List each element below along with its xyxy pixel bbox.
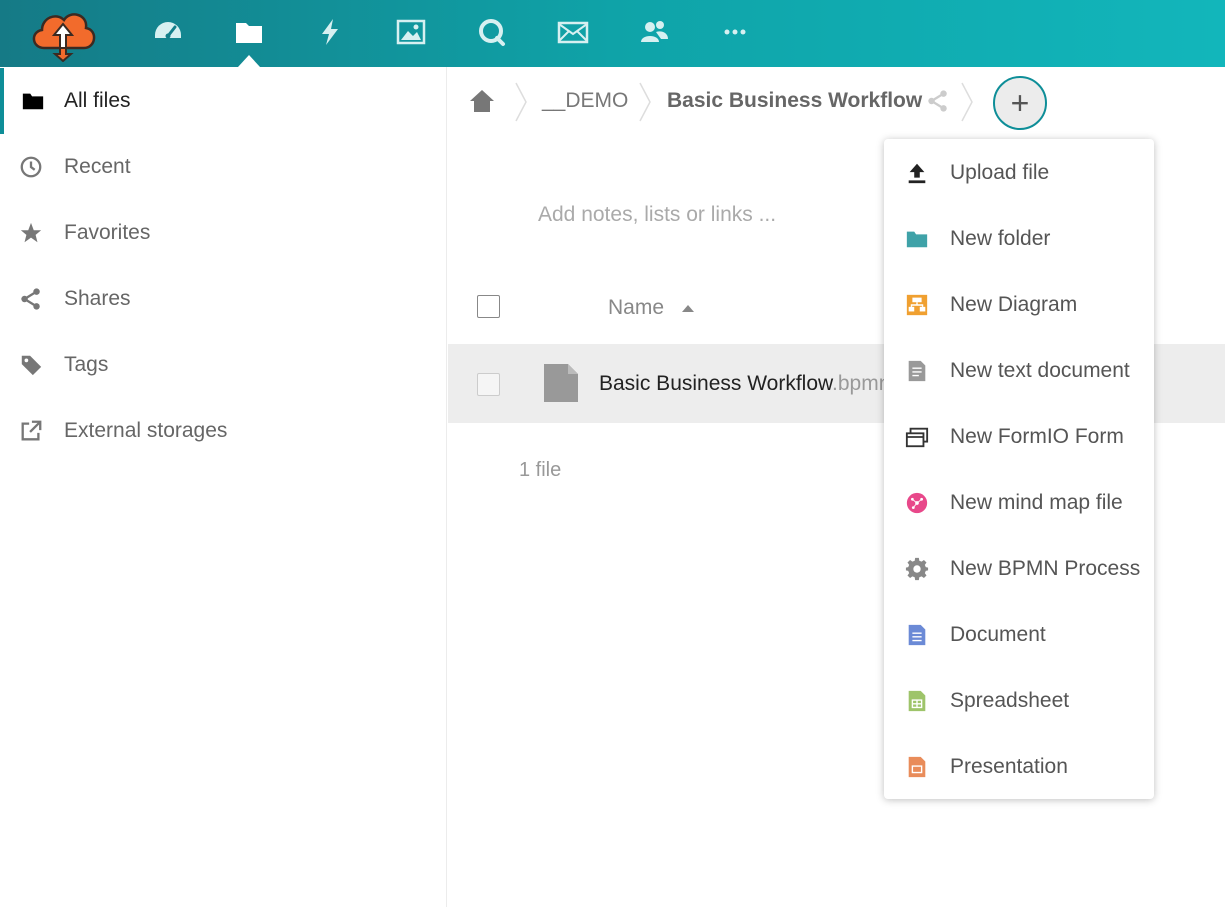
file-extension: .bpmn (832, 372, 891, 395)
sidebar-item-recent[interactable]: Recent (0, 134, 446, 200)
sidebar-item-label: All files (64, 89, 131, 112)
sidebar-item-label: Favorites (64, 221, 151, 244)
tag-icon (18, 352, 44, 378)
sidebar-item-label: External storages (64, 419, 228, 442)
sidebar-item-label: Tags (64, 353, 109, 376)
dashboard-icon[interactable] (150, 14, 186, 50)
star-icon (18, 220, 44, 246)
menu-item-label: New Diagram (950, 293, 1078, 316)
menu-item-label: New mind map file (950, 491, 1123, 514)
plus-icon: + (1010, 84, 1030, 121)
menu-item-spreadsheet[interactable]: Spreadsheet (884, 668, 1154, 734)
diagram-icon (904, 292, 930, 318)
menu-item-label: Upload file (950, 161, 1050, 184)
menu-item-upload-file[interactable]: Upload file (884, 140, 1154, 206)
mind-map-icon (904, 490, 930, 516)
menu-item-label: New folder (950, 227, 1051, 250)
contacts-icon[interactable] (636, 14, 672, 50)
row-checkbox[interactable] (477, 373, 500, 396)
sidebar-item-all-files[interactable]: All files (0, 68, 446, 134)
breadcrumb-item-current[interactable]: Basic Business Workflow (667, 89, 922, 113)
cloud-logo-icon[interactable] (28, 4, 98, 63)
sidebar-item-favorites[interactable]: Favorites (0, 200, 446, 266)
files-icon[interactable] (231, 14, 267, 50)
menu-item-new-mind-map[interactable]: New mind map file (884, 470, 1154, 536)
breadcrumb-separator (515, 82, 527, 122)
menu-item-new-text-document[interactable]: New text document (884, 338, 1154, 404)
menu-item-label: New BPMN Process (950, 557, 1141, 580)
menu-item-label: New text document (950, 359, 1130, 382)
sidebar-item-external-storages[interactable]: External storages (0, 398, 446, 464)
home-icon[interactable] (468, 87, 496, 115)
folder-icon (20, 88, 46, 114)
form-icon (904, 424, 930, 450)
upload-icon (904, 160, 930, 186)
sidebar-item-label: Recent (64, 155, 131, 178)
menu-item-presentation[interactable]: Presentation (884, 734, 1154, 800)
file-summary: 1 file (519, 459, 562, 481)
gear-icon (904, 556, 930, 582)
sort-ascending-icon[interactable] (682, 305, 694, 312)
menu-item-label: Spreadsheet (950, 689, 1070, 712)
menu-item-label: Document (950, 623, 1046, 646)
file-icon (542, 362, 580, 404)
menu-item-label: Presentation (950, 755, 1068, 778)
sidebar-item-shares[interactable]: Shares (0, 266, 446, 332)
search-icon[interactable] (474, 14, 510, 50)
menu-item-new-folder[interactable]: New folder (884, 206, 1154, 272)
select-all-checkbox[interactable] (477, 295, 500, 318)
menu-item-new-formio-form[interactable]: New FormIO Form (884, 404, 1154, 470)
breadcrumb-separator (639, 82, 651, 122)
share-icon (18, 286, 44, 312)
sidebar: All files Recent Favorites Shares Tags E… (0, 67, 447, 907)
rich-workspace-notes[interactable]: Add notes, lists or links ... (538, 203, 776, 227)
activity-icon[interactable] (312, 14, 348, 50)
file-basename: Basic Business Workflow (599, 372, 833, 395)
mail-icon[interactable] (555, 14, 591, 50)
text-document-icon (904, 358, 930, 384)
sidebar-item-tags[interactable]: Tags (0, 332, 446, 398)
breadcrumb: __DEMO Basic Business Workflow + (448, 67, 1225, 137)
menu-item-label: New FormIO Form (950, 425, 1124, 448)
file-name[interactable]: Basic Business Workflow.bpmn (599, 372, 890, 396)
breadcrumb-separator (961, 82, 973, 122)
breadcrumb-item-demo[interactable]: __DEMO (542, 89, 628, 113)
spreadsheet-icon (904, 688, 930, 714)
menu-item-document[interactable]: Document (884, 602, 1154, 668)
presentation-icon (904, 754, 930, 780)
top-header (0, 0, 1225, 67)
sidebar-item-label: Shares (64, 287, 131, 310)
active-app-indicator (238, 55, 260, 67)
document-icon (904, 622, 930, 648)
folder-icon (904, 226, 930, 252)
more-apps-icon[interactable] (717, 14, 753, 50)
external-link-icon (18, 418, 44, 444)
menu-item-new-diagram[interactable]: New Diagram (884, 272, 1154, 338)
new-file-menu: Upload file New folder New Diagram New t… (884, 139, 1154, 799)
clock-icon (18, 154, 44, 180)
photos-icon[interactable] (393, 14, 429, 50)
name-column-header[interactable]: Name (608, 296, 664, 320)
menu-item-new-bpmn-process[interactable]: New BPMN Process (884, 536, 1154, 602)
share-icon[interactable] (926, 89, 952, 115)
new-button[interactable]: + (993, 76, 1047, 130)
